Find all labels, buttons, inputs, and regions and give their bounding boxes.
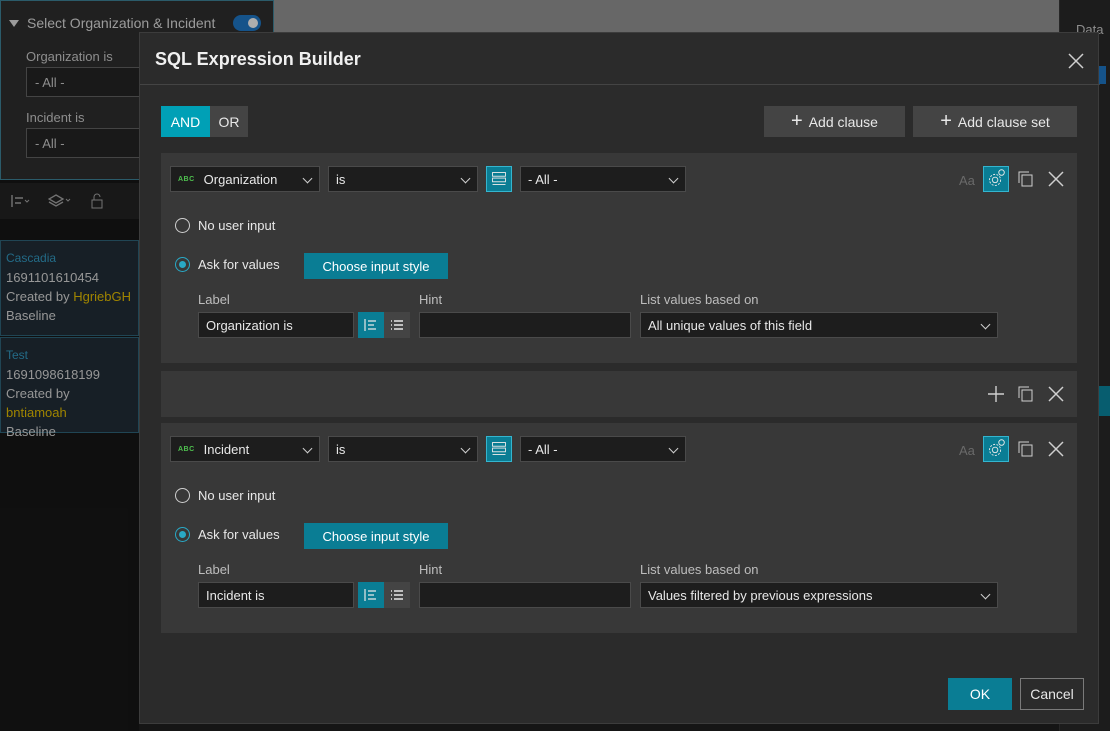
choose-input-style-button[interactable]: Choose input style [304, 523, 448, 549]
no-user-input-label: No user input [198, 218, 276, 233]
align-left-icon[interactable] [358, 582, 384, 608]
delete-clause-icon[interactable] [1043, 166, 1069, 192]
hint-caption: Hint [419, 292, 443, 307]
close-icon[interactable] [1066, 51, 1086, 71]
ok-button[interactable]: OK [948, 678, 1012, 710]
radio-no-input[interactable] [175, 488, 190, 503]
copy-icon[interactable] [1013, 166, 1039, 192]
hint-input[interactable] [419, 582, 631, 608]
cancel-button[interactable]: Cancel [1020, 678, 1084, 710]
add-clause-set-label: Add clause set [957, 113, 1050, 130]
operator-select-value: is [336, 441, 346, 457]
add-clause-button[interactable]: + Add clause [764, 106, 905, 137]
label-caption: Label [198, 292, 230, 307]
clause-set-header [161, 371, 1077, 417]
list-icon[interactable] [384, 582, 410, 608]
list-values-caption: List values based on [640, 292, 759, 307]
value-select-value: - All - [528, 171, 558, 187]
label-caption: Label [198, 562, 230, 577]
add-icon[interactable] [983, 381, 1009, 407]
delete-clause-icon[interactable] [1043, 436, 1069, 462]
radio-no-input[interactable] [175, 218, 190, 233]
operator-select[interactable]: is [328, 166, 478, 192]
no-user-input-option[interactable]: No user input [175, 218, 275, 233]
dialog-title: SQL Expression Builder [155, 49, 361, 69]
choose-input-style-button[interactable]: Choose input style [304, 253, 448, 279]
delete-clause-set-icon[interactable] [1043, 381, 1069, 407]
gear-icon[interactable] [983, 166, 1009, 192]
case-sensitive-icon[interactable]: Aa [959, 443, 975, 458]
align-left-icon[interactable] [358, 312, 384, 338]
value-source-button[interactable] [486, 166, 512, 192]
label-input[interactable]: Organization is [198, 312, 354, 338]
copy-icon[interactable] [1013, 436, 1039, 462]
plus-icon: + [940, 109, 952, 132]
operator-select[interactable]: is [328, 436, 478, 462]
label-input[interactable]: Incident is [198, 582, 354, 608]
ask-for-values-label: Ask for values [198, 257, 280, 272]
radio-ask-values[interactable] [175, 257, 190, 272]
list-values-select-value: All unique values of this field [648, 317, 813, 333]
list-values-select-value: Values filtered by previous expressions [648, 587, 873, 603]
list-values-caption: List values based on [640, 562, 759, 577]
hint-caption: Hint [419, 562, 443, 577]
case-sensitive-icon[interactable]: Aa [959, 173, 975, 188]
no-user-input-option[interactable]: No user input [175, 488, 275, 503]
field-select[interactable]: ABC Incident [170, 436, 320, 462]
chevron-down-icon [668, 443, 679, 454]
chevron-down-icon [460, 173, 471, 184]
value-select[interactable]: - All - [520, 436, 686, 462]
clause-incident: ABC Incident is - All - Aa No user input [161, 423, 1077, 633]
hint-input[interactable] [419, 312, 631, 338]
sql-expression-builder-dialog: SQL Expression Builder AND OR + Add clau… [139, 32, 1100, 724]
value-select[interactable]: - All - [520, 166, 686, 192]
chevron-down-icon [460, 443, 471, 454]
add-clause-label: Add clause [808, 113, 878, 130]
or-button[interactable]: OR [210, 106, 248, 137]
chevron-down-icon [302, 443, 313, 454]
chevron-down-icon [980, 589, 991, 600]
field-select-value: Organization [203, 171, 278, 187]
ask-for-values-option[interactable]: Ask for values [175, 257, 280, 272]
chevron-down-icon [980, 319, 991, 330]
dialog-divider [140, 84, 1100, 85]
no-user-input-label: No user input [198, 488, 276, 503]
value-source-button[interactable] [486, 436, 512, 462]
operator-select-value: is [336, 171, 346, 187]
chevron-down-icon [668, 173, 679, 184]
radio-ask-values[interactable] [175, 527, 190, 542]
string-field-icon: ABC [178, 445, 195, 453]
string-field-icon: ABC [178, 175, 195, 183]
field-select[interactable]: ABC Organization [170, 166, 320, 192]
field-select-value: Incident [203, 441, 250, 457]
and-button[interactable]: AND [161, 106, 210, 137]
value-select-value: - All - [528, 441, 558, 457]
copy-icon[interactable] [1013, 381, 1039, 407]
list-values-select[interactable]: All unique values of this field [640, 312, 998, 338]
ask-for-values-option[interactable]: Ask for values [175, 527, 280, 542]
clause-organization: ABC Organization is - All - Aa No user i… [161, 153, 1077, 363]
gear-icon[interactable] [983, 436, 1009, 462]
chevron-down-icon [302, 173, 313, 184]
ask-for-values-label: Ask for values [198, 527, 280, 542]
add-clause-set-button[interactable]: + Add clause set [913, 106, 1077, 137]
list-icon[interactable] [384, 312, 410, 338]
plus-icon: + [791, 109, 803, 132]
list-values-select[interactable]: Values filtered by previous expressions [640, 582, 998, 608]
